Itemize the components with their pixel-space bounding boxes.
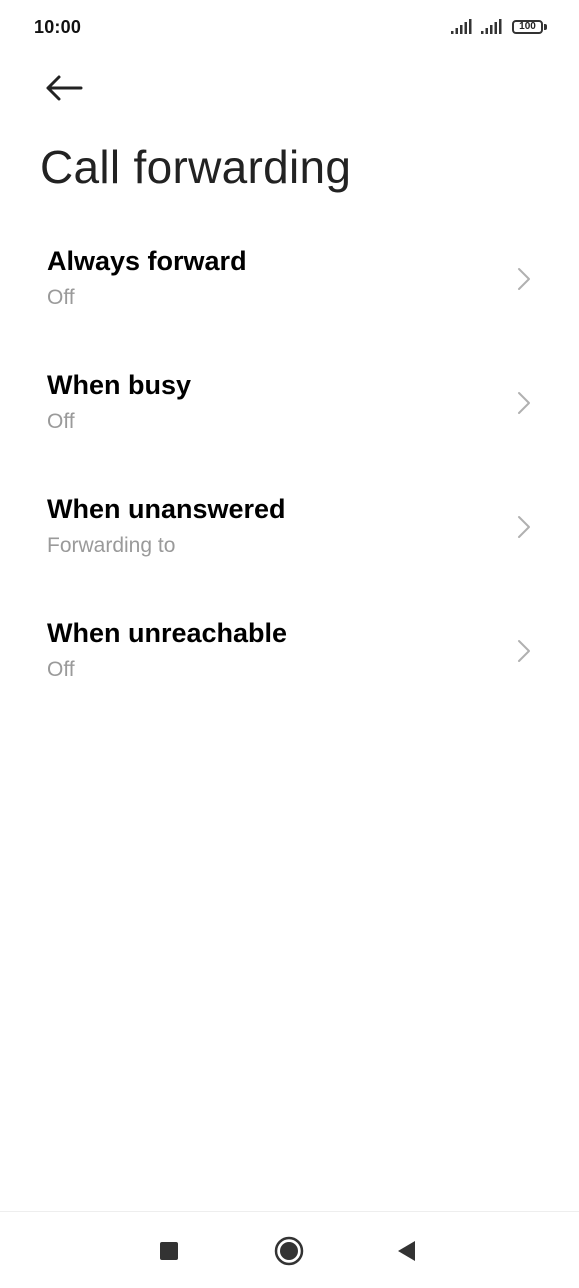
setting-status: Forwarding to [47,534,176,557]
setting-status: Off [47,286,75,309]
setting-label: When unanswered [47,494,286,524]
status-time: 10:00 [34,17,82,37]
setting-when-unreachable[interactable]: When unreachable Off [0,588,579,712]
setting-status: Off [47,410,75,433]
chevron-right-icon [518,392,530,414]
setting-label: When unreachable [47,618,288,648]
recents-square-icon[interactable] [152,1234,186,1268]
back-button[interactable] [38,66,90,110]
settings-list: Always forward Off When busy Off When un… [0,216,579,712]
status-bar: 10:00 100 [0,0,579,56]
signal-icon [451,19,472,34]
chevron-right-icon [518,640,530,662]
battery-tip [544,24,547,30]
setting-when-busy[interactable]: When busy Off [0,340,579,464]
setting-when-unanswered[interactable]: When unanswered Forwarding to [0,464,579,588]
signal-icon [481,19,502,34]
setting-label: When busy [47,370,192,400]
chevron-right-icon [518,516,530,538]
setting-always-forward[interactable]: Always forward Off [0,216,579,340]
page-title: Call forwarding [40,141,352,193]
setting-label: Always forward [47,246,247,276]
home-circle-icon[interactable] [272,1234,306,1268]
battery-icon: 100 [512,20,543,34]
chevron-right-icon [518,268,530,290]
arrow-left-icon [46,75,83,101]
navigation-bar [0,1211,579,1288]
setting-status: Off [47,658,75,681]
back-triangle-icon[interactable] [390,1234,424,1268]
